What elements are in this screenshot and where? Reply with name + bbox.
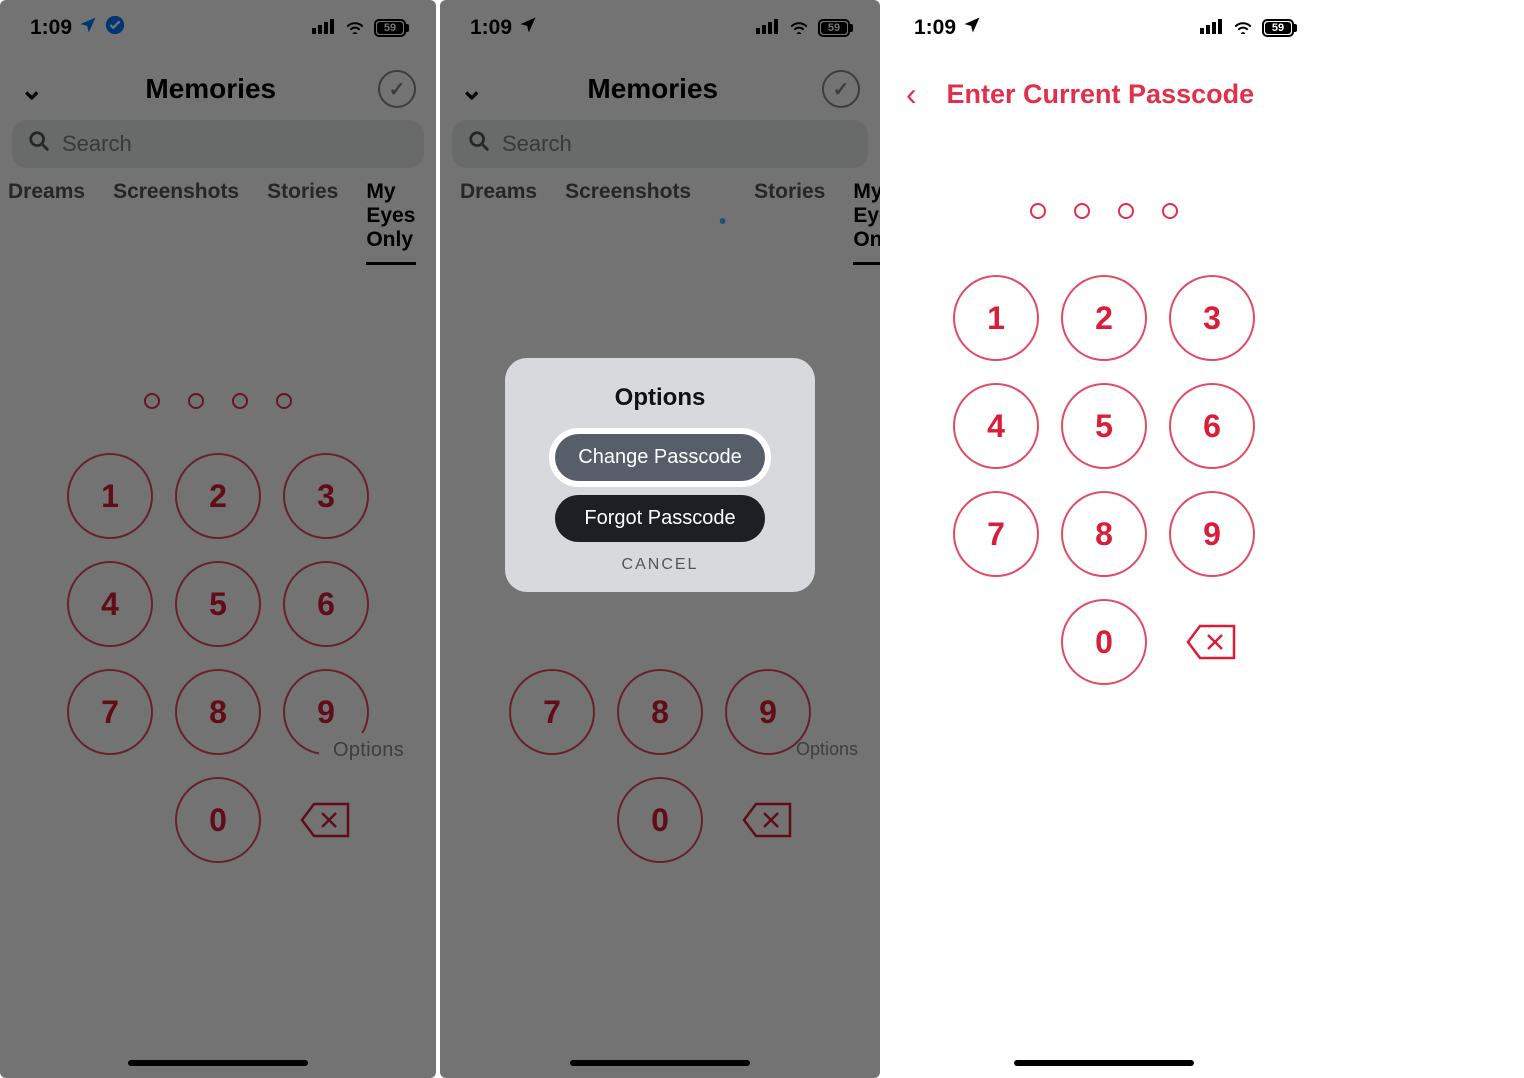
tab-dreams[interactable]: Dreams [8, 180, 85, 265]
search-icon [468, 130, 490, 158]
key-0[interactable]: 0 [1061, 599, 1147, 685]
key-7[interactable]: 7 [953, 491, 1039, 577]
page-title: Memories [145, 73, 276, 105]
key-empty [953, 599, 1039, 685]
tab-dreams[interactable]: Dreams [460, 180, 537, 265]
key-4[interactable]: 4 [67, 561, 153, 647]
page-title: Enter Current Passcode [899, 79, 1302, 110]
location-icon [518, 15, 538, 41]
status-time: 1:09 [30, 16, 72, 40]
chevron-down-icon[interactable]: ⌄ [20, 73, 43, 106]
options-modal: Options Change Passcode Forgot Passcode … [505, 358, 815, 592]
backspace-icon[interactable] [283, 777, 369, 863]
backspace-icon[interactable] [1169, 599, 1255, 685]
options-button[interactable]: Options [796, 739, 858, 760]
tab-stories[interactable]: Stories [267, 180, 338, 265]
key-6[interactable]: 6 [1169, 383, 1255, 469]
change-passcode-button[interactable]: Change Passcode [555, 434, 765, 481]
modal-title: Options [527, 384, 793, 412]
search-input[interactable]: Search [452, 120, 868, 168]
key-2[interactable]: 2 [1061, 275, 1147, 361]
battery-icon: 59 [374, 19, 406, 37]
key-3[interactable]: 3 [1169, 275, 1255, 361]
key-empty [67, 777, 153, 863]
select-icon[interactable]: ✓ [378, 70, 416, 108]
cancel-button[interactable]: CANCEL [527, 556, 793, 574]
cellular-icon [756, 16, 780, 40]
key-1[interactable]: 1 [67, 453, 153, 539]
memories-tabs: Dreams Screenshots Stories My Eyes Only [0, 180, 436, 273]
key-3[interactable]: 3 [283, 453, 369, 539]
tab-screenshots[interactable]: Screenshots [113, 180, 239, 265]
key-8[interactable]: 8 [617, 669, 703, 755]
home-indicator [128, 1060, 308, 1066]
key-4[interactable]: 4 [953, 383, 1039, 469]
enter-passcode-header: ‹ Enter Current Passcode [884, 56, 1324, 133]
key-5[interactable]: 5 [175, 561, 261, 647]
wifi-icon [788, 16, 810, 40]
key-7[interactable]: 7 [509, 669, 595, 755]
passcode-dots [0, 393, 436, 409]
passcode-keypad: 1 2 3 4 5 6 7 8 9 0 [0, 453, 436, 863]
key-0[interactable]: 0 [175, 777, 261, 863]
verified-icon [104, 14, 126, 42]
passcode-keypad: 1 2 3 4 5 6 7 8 9 0 [884, 275, 1324, 685]
cellular-icon [312, 16, 336, 40]
status-time: 1:09 [914, 16, 956, 40]
memories-tabs: Dreams Screenshots • Stories My Eyes Onl… [440, 180, 880, 273]
status-bar: 1:09 59 [440, 0, 880, 56]
battery-icon: 59 [1262, 19, 1294, 37]
options-button[interactable]: Options [319, 733, 418, 768]
key-9[interactable]: 9 [1169, 491, 1255, 577]
backspace-icon[interactable] [725, 777, 811, 863]
status-bar: 1:09 59 [0, 0, 436, 56]
memories-header: ⌄ Memories ✓ [440, 56, 880, 120]
status-bar: 1:09 59 [884, 0, 1324, 56]
chevron-down-icon[interactable]: ⌄ [460, 73, 483, 106]
wifi-icon [344, 16, 366, 40]
select-icon[interactable]: ✓ [822, 70, 860, 108]
tab-stories[interactable]: Stories [754, 180, 825, 265]
tab-my-eyes-only[interactable]: My Eyes Only [366, 180, 416, 265]
search-icon [28, 130, 50, 158]
forgot-passcode-button[interactable]: Forgot Passcode [555, 495, 765, 542]
search-placeholder: Search [62, 131, 132, 157]
search-input[interactable]: Search [12, 120, 424, 168]
wifi-icon [1232, 16, 1254, 40]
key-1[interactable]: 1 [953, 275, 1039, 361]
page-title: Memories [587, 73, 718, 105]
key-7[interactable]: 7 [67, 669, 153, 755]
key-2[interactable]: 2 [175, 453, 261, 539]
location-icon [78, 15, 98, 41]
location-icon [962, 15, 982, 41]
tab-screenshots[interactable]: Screenshots [565, 180, 691, 265]
passcode-keypad: 7 8 9 0 [440, 669, 880, 863]
tab-my-eyes-only[interactable]: My Eyes Only [853, 180, 880, 265]
memories-header: ⌄ Memories ✓ [0, 56, 436, 120]
home-indicator [570, 1060, 750, 1066]
key-0[interactable]: 0 [617, 777, 703, 863]
key-5[interactable]: 5 [1061, 383, 1147, 469]
status-time: 1:09 [470, 16, 512, 40]
search-placeholder: Search [502, 131, 572, 157]
key-8[interactable]: 8 [1061, 491, 1147, 577]
key-8[interactable]: 8 [175, 669, 261, 755]
passcode-dots [884, 203, 1324, 219]
key-6[interactable]: 6 [283, 561, 369, 647]
cellular-icon [1200, 16, 1224, 40]
home-indicator [1014, 1060, 1194, 1066]
battery-icon: 59 [818, 19, 850, 37]
